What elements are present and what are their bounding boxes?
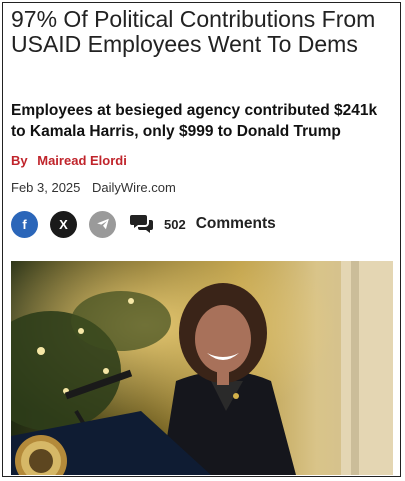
comments-icon[interactable] — [130, 213, 154, 235]
comment-count: 502 — [164, 216, 186, 232]
comments-link[interactable]: Comments — [196, 215, 276, 233]
facebook-share-button[interactable]: f — [11, 210, 38, 238]
article-frame: 97% Of Political Contributions From USAI… — [2, 2, 401, 477]
share-bar: f X 502 Comments — [11, 209, 276, 239]
x-icon: X — [59, 216, 68, 232]
x-share-button[interactable]: X — [50, 210, 77, 238]
publish-date: Feb 3, 2025 — [11, 180, 81, 195]
byline-prefix: By — [11, 153, 28, 168]
article-meta: Feb 3, 2025 DailyWire.com — [11, 180, 176, 195]
article-headline: 97% Of Political Contributions From USAI… — [11, 6, 376, 57]
source-name: DailyWire.com — [92, 180, 176, 195]
speaker-at-podium-image — [11, 261, 393, 475]
article-photo — [11, 261, 393, 475]
telegram-share-button[interactable] — [89, 210, 116, 238]
paper-plane-icon — [96, 218, 109, 230]
facebook-icon: f — [22, 216, 27, 232]
byline: By Mairead Elordi — [11, 153, 127, 168]
article-subheadline: Employees at besieged agency contributed… — [11, 102, 378, 140]
author-link[interactable]: Mairead Elordi — [37, 153, 127, 168]
